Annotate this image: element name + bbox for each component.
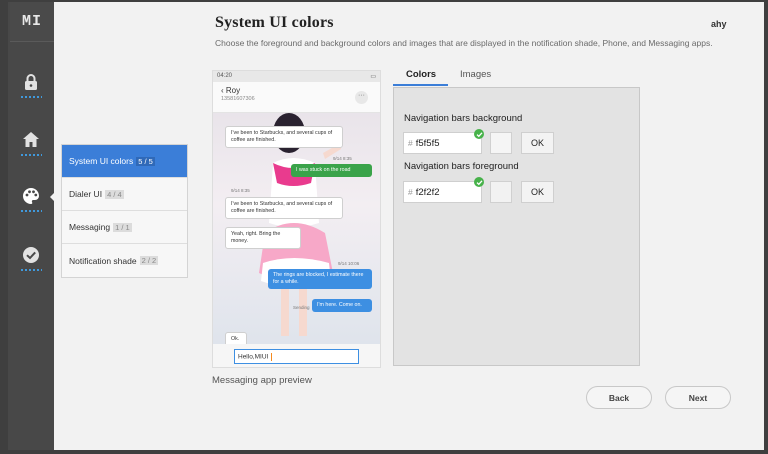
step-label: Notification shade [69, 255, 137, 266]
preview-caption: Messaging app preview [212, 375, 312, 386]
step-dialer-ui[interactable]: Dialer UI 4 / 4 [62, 178, 187, 211]
step-label: System UI colors [69, 156, 134, 166]
chat-area: I've been to Starbucks, and several cups… [213, 113, 380, 344]
step-count: 2 / 2 [139, 256, 159, 265]
nav-colors[interactable] [18, 186, 44, 216]
compose-bar: Hello,MIUI [213, 344, 380, 367]
steps-list: System UI colors 5 / 5 Dialer UI 4 / 4 M… [61, 144, 188, 278]
check-circle-icon [23, 247, 39, 263]
step-count: 5 / 5 [136, 156, 155, 166]
lock-icon [25, 74, 37, 90]
battery-icon: ▭ [370, 74, 376, 80]
sidebar [8, 2, 54, 450]
contact-name-text: Roy [225, 86, 241, 95]
message-bubble: Ok. [225, 332, 247, 344]
nav-dots [20, 96, 42, 98]
sending-label: Sending [293, 305, 310, 310]
nav-fg-color-swatch[interactable] [490, 181, 512, 203]
valid-check-icon [474, 129, 484, 139]
compose-input[interactable]: Hello,MIUI [234, 349, 359, 364]
step-label: Messaging [69, 222, 111, 232]
nav-bg-color-swatch[interactable] [490, 132, 512, 154]
step-notification-shade[interactable]: Notification shade 2 / 2 [62, 244, 187, 277]
nav-bg-hex-value: f5f5f5 [415, 137, 440, 149]
step-count: 4 / 4 [105, 189, 124, 199]
message-bubble: I'm here. Come on. [312, 299, 372, 312]
text-caret [271, 353, 273, 361]
nav-dots [20, 269, 42, 271]
messaging-preview: 04:20 ▭ ‹ Roy 13581607306 ··· I've been … [212, 70, 381, 368]
nav-fg-hex-input[interactable]: # f2f2f2 [403, 181, 482, 203]
home-icon [23, 132, 39, 147]
message-bubble: Yeah, right. Bring the money. [225, 227, 301, 249]
mi-logo: MI [10, 2, 54, 42]
nav-lock[interactable] [18, 72, 44, 102]
nav-home[interactable] [18, 130, 44, 160]
contact-header: ‹ Roy 13581607306 ··· [213, 82, 380, 113]
message-bubble: The rings are blocked, I estimate there … [268, 269, 372, 289]
contact-number: 13581607306 [221, 96, 255, 102]
app-window: MI System UI colors Choose the foregroun… [0, 0, 768, 454]
colors-tab-content [393, 87, 640, 366]
message-timestamp: 9/14 8:35 [231, 188, 250, 193]
step-system-ui-colors[interactable]: System UI colors 5 / 5 [62, 145, 187, 178]
more-icon: ··· [355, 91, 368, 104]
nav-done[interactable] [18, 245, 44, 275]
nav-bg-hex-input[interactable]: # f5f5f5 [403, 132, 482, 154]
step-messaging[interactable]: Messaging 1 / 1 [62, 211, 187, 244]
user-name[interactable]: ahy [711, 19, 727, 29]
nav-fg-ok-button[interactable]: OK [521, 181, 554, 203]
nav-dots [20, 154, 42, 156]
active-tab-indicator [393, 84, 448, 86]
next-button[interactable]: Next [665, 386, 731, 409]
hash-symbol: # [408, 138, 413, 148]
contact-name: ‹ Roy [221, 86, 241, 95]
nav-bg-ok-button[interactable]: OK [521, 132, 554, 154]
phone-status-bar: 04:20 ▭ [213, 71, 380, 82]
hash-symbol: # [408, 187, 413, 197]
message-timestamp: 9/14 10:06 [338, 261, 360, 266]
message-bubble: I've been to Starbucks, and several cups… [225, 126, 343, 148]
page-subtitle: Choose the foreground and background col… [215, 38, 713, 48]
status-time: 04:20 [217, 73, 233, 79]
tab-images[interactable]: Images [460, 69, 491, 80]
tab-colors[interactable]: Colors [406, 69, 436, 80]
nav-dots [20, 210, 42, 212]
compose-input-text: Hello,MIUI [238, 353, 269, 361]
palette-icon [23, 188, 39, 204]
step-count: 1 / 1 [113, 222, 132, 232]
valid-check-icon [474, 177, 484, 187]
step-label: Dialer UI [69, 189, 103, 199]
nav-fg-hex-value: f2f2f2 [415, 186, 440, 198]
message-bubble: I've been to Starbucks, and several cups… [225, 197, 343, 219]
nav-bg-label: Navigation bars background [404, 113, 523, 124]
message-bubble: I was stuck on the road [291, 164, 372, 177]
page-title: System UI colors [215, 14, 334, 31]
message-timestamp: 9/14 8:35 [333, 156, 352, 161]
tab-bar: Colors Images [393, 66, 639, 87]
back-button[interactable]: Back [586, 386, 652, 409]
nav-fg-label: Navigation bars foreground [404, 161, 519, 172]
